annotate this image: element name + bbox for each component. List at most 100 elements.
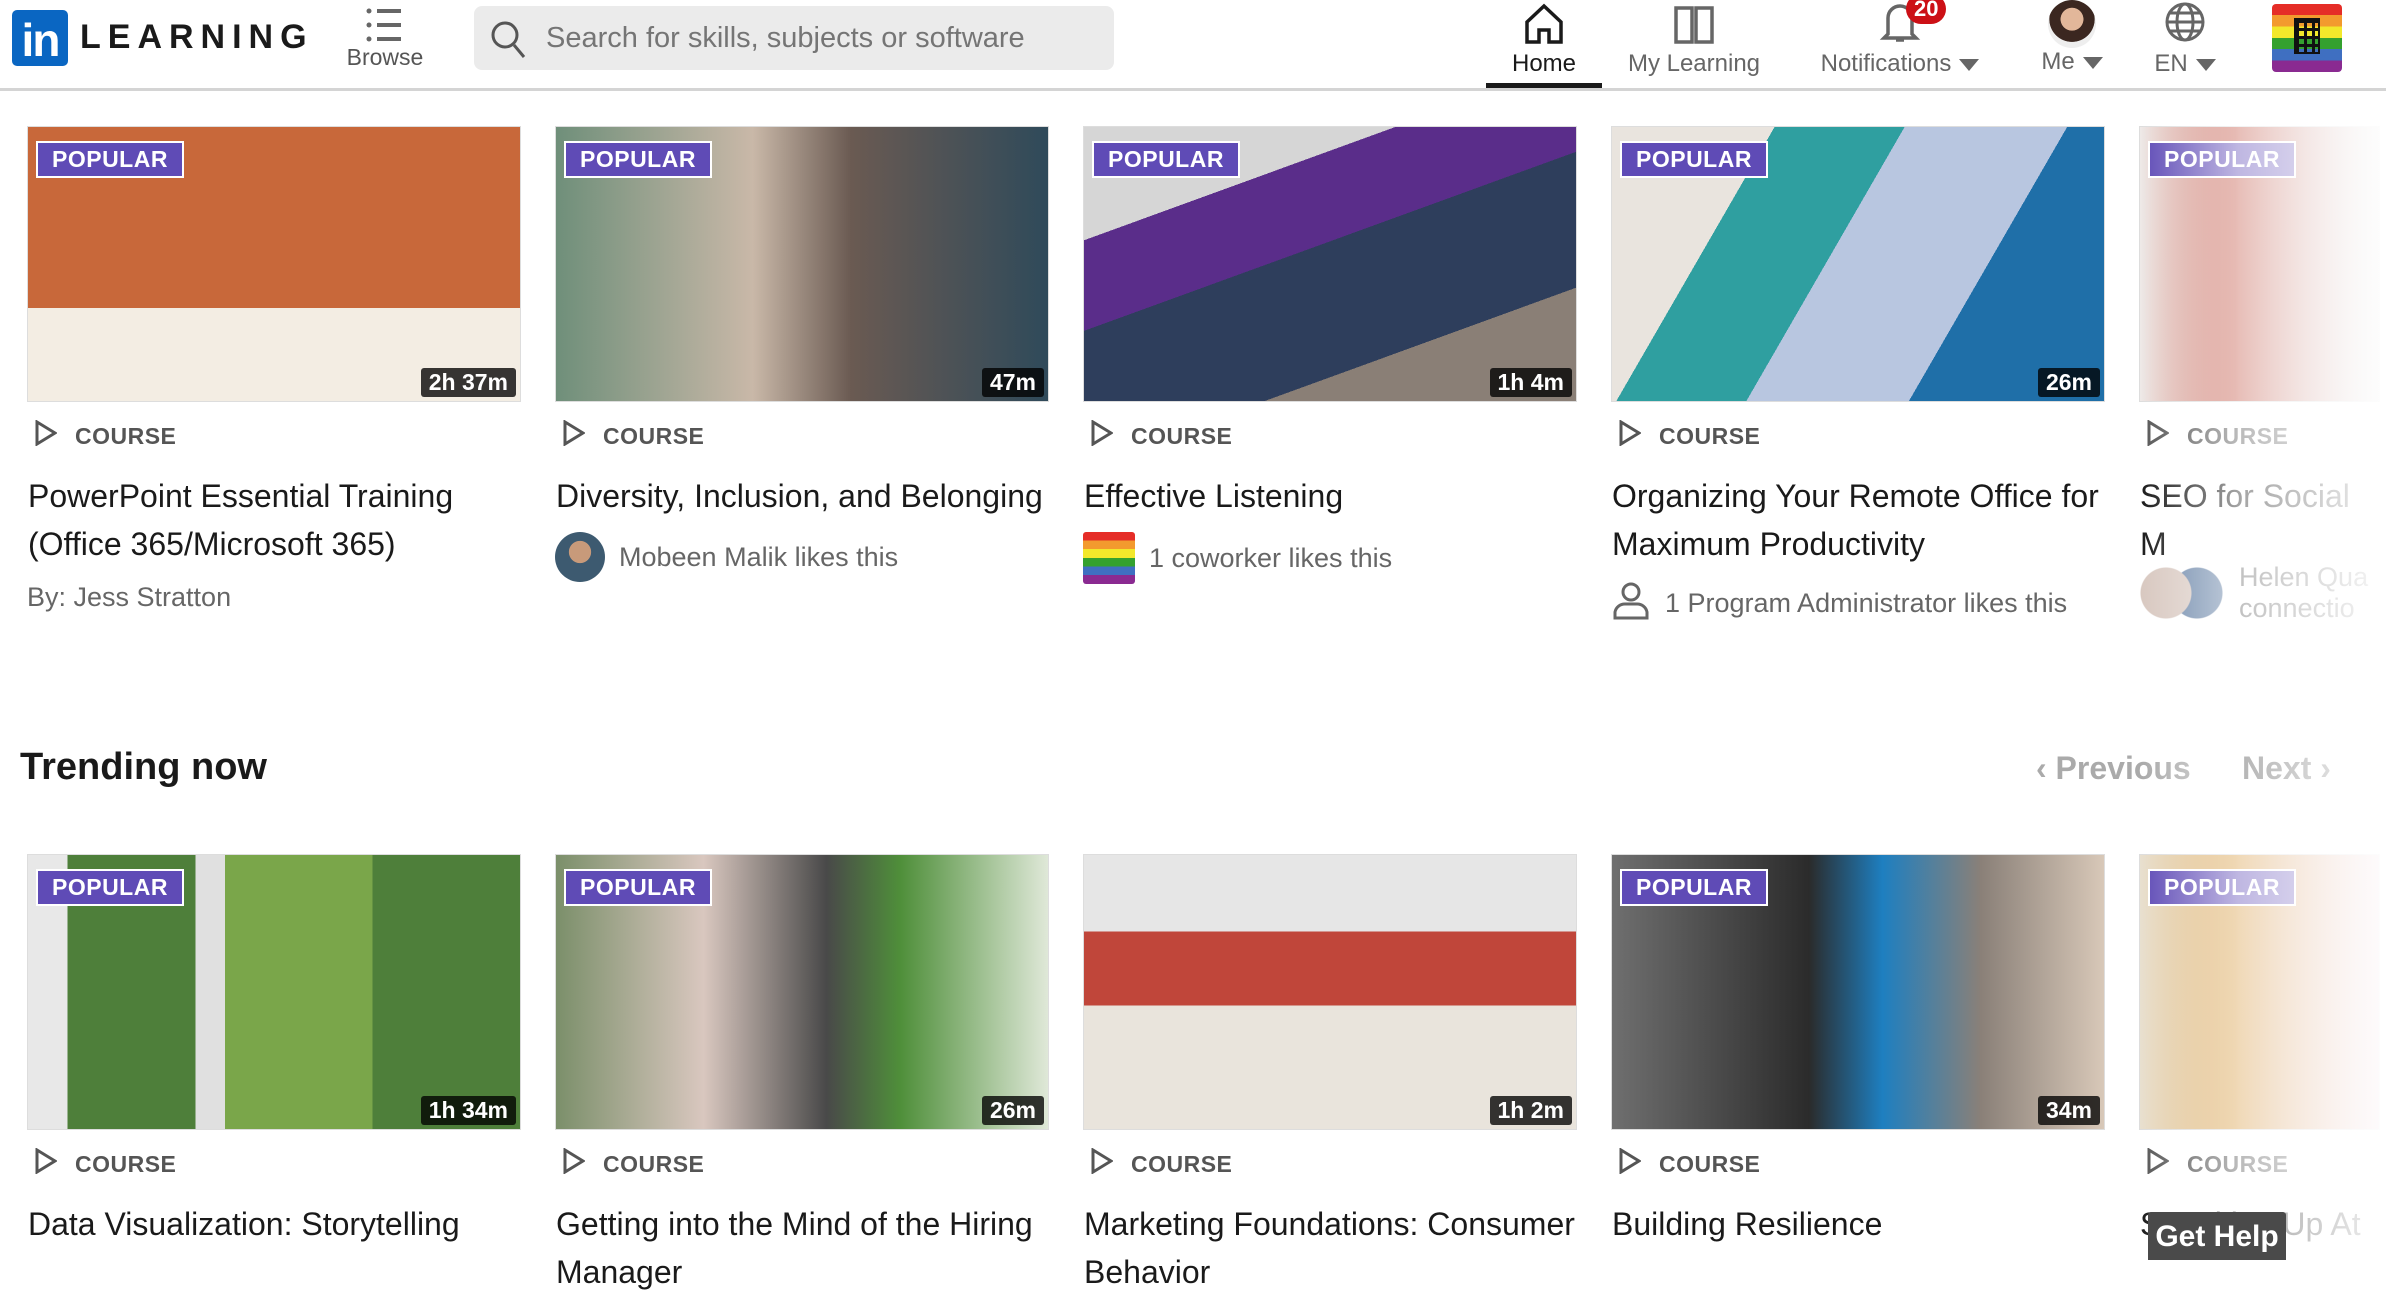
- course-social-meta: Helen Qua connectio: [2139, 562, 2380, 624]
- nav-me-label: Me: [2041, 48, 2075, 75]
- logo-text: LEARNING: [80, 18, 314, 56]
- course-title[interactable]: Diversity, Inclusion, and Belonging: [555, 472, 1049, 520]
- course-title[interactable]: Building Resilience: [1611, 1200, 2105, 1248]
- content-type-label: COURSE: [1131, 422, 1233, 449]
- search-input[interactable]: [546, 6, 1096, 70]
- course-card[interactable]: POPULAR 47m COURSE Diversity, Inclusion, an…: [555, 126, 1049, 582]
- play-icon: [1619, 419, 1642, 452]
- nav-language-label: EN: [2154, 50, 2188, 77]
- get-help-button[interactable]: Get Help: [2148, 1212, 2286, 1260]
- content-type: COURSE: [1083, 419, 1577, 452]
- content-type-label: COURSE: [1659, 422, 1761, 449]
- duration-badge: 1h 2m: [1489, 1096, 1572, 1125]
- course-social-meta: By: Jess Stratton: [27, 582, 521, 613]
- course-title[interactable]: SEO for Social M: [2139, 472, 2380, 568]
- previous-button[interactable]: ‹ Previous: [2036, 750, 2191, 787]
- duration-badge: 1h 4m: [1489, 368, 1572, 397]
- play-icon: [1091, 1147, 1114, 1180]
- course-thumbnail[interactable]: POPULAR 34m: [1611, 854, 2105, 1130]
- content-type: COURSE: [2139, 419, 2380, 452]
- content-type: COURSE: [2139, 1147, 2380, 1180]
- course-thumbnail[interactable]: POPULAR 1h 34m: [27, 854, 521, 1130]
- meta-text: Helen Qua connectio: [2239, 562, 2369, 623]
- nav-notifications[interactable]: 20 Notifications: [1810, 0, 1990, 88]
- nav-me[interactable]: Me: [2024, 0, 2120, 88]
- caret-down-icon: [2082, 56, 2103, 69]
- nav-home-label: Home: [1511, 50, 1577, 77]
- next-button[interactable]: Next ›: [2242, 750, 2331, 787]
- course-thumbnail[interactable]: POPULAR 47m: [555, 126, 1049, 402]
- top-nav-bar: in LEARNING Browse Home My Learning 20 N…: [0, 0, 2386, 91]
- popular-badge: POPULAR: [2148, 869, 2296, 906]
- person-icon: [1611, 580, 1651, 627]
- content-type: COURSE: [555, 419, 1049, 452]
- previous-label: Previous: [2055, 750, 2191, 786]
- list-icon: [366, 8, 401, 42]
- caret-down-icon: [2195, 58, 2216, 71]
- course-thumbnail[interactable]: POPULAR: [2139, 126, 2380, 402]
- content-type-label: COURSE: [75, 422, 177, 449]
- nav-my-learning[interactable]: My Learning: [1620, 0, 1768, 88]
- popular-badge: POPULAR: [36, 869, 184, 906]
- meta-text: 1 coworker likes this: [1149, 542, 1393, 573]
- course-thumbnail[interactable]: POPULAR 1h 4m: [1083, 126, 1577, 402]
- browse-label: Browse: [346, 44, 424, 70]
- meta-text: By: Jess Stratton: [27, 582, 232, 612]
- content-type-label: COURSE: [1659, 1150, 1761, 1177]
- duration-badge: 1h 34m: [420, 1096, 516, 1125]
- content-type: COURSE: [1611, 419, 2105, 452]
- course-title[interactable]: Organizing Your Remote Office for Maximu…: [1611, 472, 2105, 568]
- course-title[interactable]: Getting into the Mind of the Hiring Mana…: [555, 1200, 1049, 1296]
- content-type: COURSE: [27, 1147, 521, 1180]
- liker-avatar: [555, 532, 605, 582]
- course-card[interactable]: 1h 2m COURSE Marketing Foundations: Consum…: [1083, 854, 1577, 1296]
- nav-home[interactable]: Home: [1486, 0, 1602, 88]
- nav-language[interactable]: EN: [2140, 0, 2230, 88]
- play-icon: [1619, 1147, 1642, 1180]
- course-card[interactable]: POPULAR 34m COURSE Building Resilience: [1611, 854, 2105, 1248]
- duration-badge: 26m: [2037, 368, 2100, 397]
- course-thumbnail[interactable]: POPULAR 2h 37m: [27, 126, 521, 402]
- course-title[interactable]: PowerPoint Essential Training (Office 36…: [27, 472, 521, 568]
- course-thumbnail[interactable]: POPULAR 26m: [1611, 126, 2105, 402]
- notification-count-badge: 20: [1906, 0, 1947, 24]
- content-type: COURSE: [1083, 1147, 1577, 1180]
- content-type-label: COURSE: [603, 1150, 705, 1177]
- course-thumbnail[interactable]: 1h 2m: [1083, 854, 1577, 1130]
- organization-logo[interactable]: [2272, 4, 2342, 72]
- course-thumbnail[interactable]: POPULAR: [2139, 854, 2380, 1130]
- logo-in: in: [12, 10, 68, 66]
- course-title[interactable]: Effective Listening: [1083, 472, 1577, 520]
- course-card[interactable]: POPULAR 2h 37m COURSE PowerPoint Essential …: [27, 126, 521, 613]
- content-type-label: COURSE: [603, 422, 705, 449]
- nav-my-learning-label: My Learning: [1627, 50, 1761, 77]
- section-title: Trending now: [20, 746, 267, 788]
- course-thumbnail[interactable]: POPULAR 26m: [555, 854, 1049, 1130]
- course-card[interactable]: POPULAR 26m COURSE Organizing Your Remote O…: [1611, 126, 2105, 627]
- popular-badge: POPULAR: [36, 141, 184, 178]
- play-icon: [563, 1147, 586, 1180]
- course-card[interactable]: POPULAR 1h 34m COURSE Data Visualization: S…: [27, 854, 521, 1248]
- course-social-meta: 1 Program Administrator likes this: [1611, 580, 2105, 627]
- caret-down-icon: [1959, 58, 1980, 71]
- chevron-left-icon: ‹: [2036, 750, 2047, 786]
- duration-badge: 47m: [981, 368, 1044, 397]
- building-icon: [2294, 18, 2320, 54]
- course-card[interactable]: POPULAR COURSE SEO for Social M Helen Qua c…: [2139, 126, 2380, 624]
- organization-logo-small: [1083, 532, 1135, 584]
- popular-badge: POPULAR: [564, 869, 712, 906]
- course-social-meta: 1 coworker likes this: [1083, 532, 1577, 584]
- user-avatar: [2048, 0, 2096, 48]
- course-card[interactable]: POPULARCOURSESpeaking Up At: [2139, 854, 2380, 1248]
- content-type-label: COURSE: [2187, 1150, 2289, 1177]
- course-card[interactable]: POPULAR 1h 4m COURSE Effective Listening 1 c…: [1083, 126, 1577, 584]
- course-card[interactable]: POPULAR 26m COURSE Getting into the Mind of…: [555, 854, 1049, 1296]
- course-title[interactable]: Data Visualization: Storytelling: [27, 1200, 521, 1248]
- content-type: COURSE: [1611, 1147, 2105, 1180]
- nav-notifications-label: Notifications: [1820, 50, 1952, 77]
- play-icon: [1091, 419, 1114, 452]
- play-icon: [2147, 419, 2170, 452]
- browse-button[interactable]: Browse: [340, 0, 430, 88]
- course-title[interactable]: Marketing Foundations: Consumer Behavior: [1083, 1200, 1577, 1296]
- search-bar: [474, 6, 1114, 70]
